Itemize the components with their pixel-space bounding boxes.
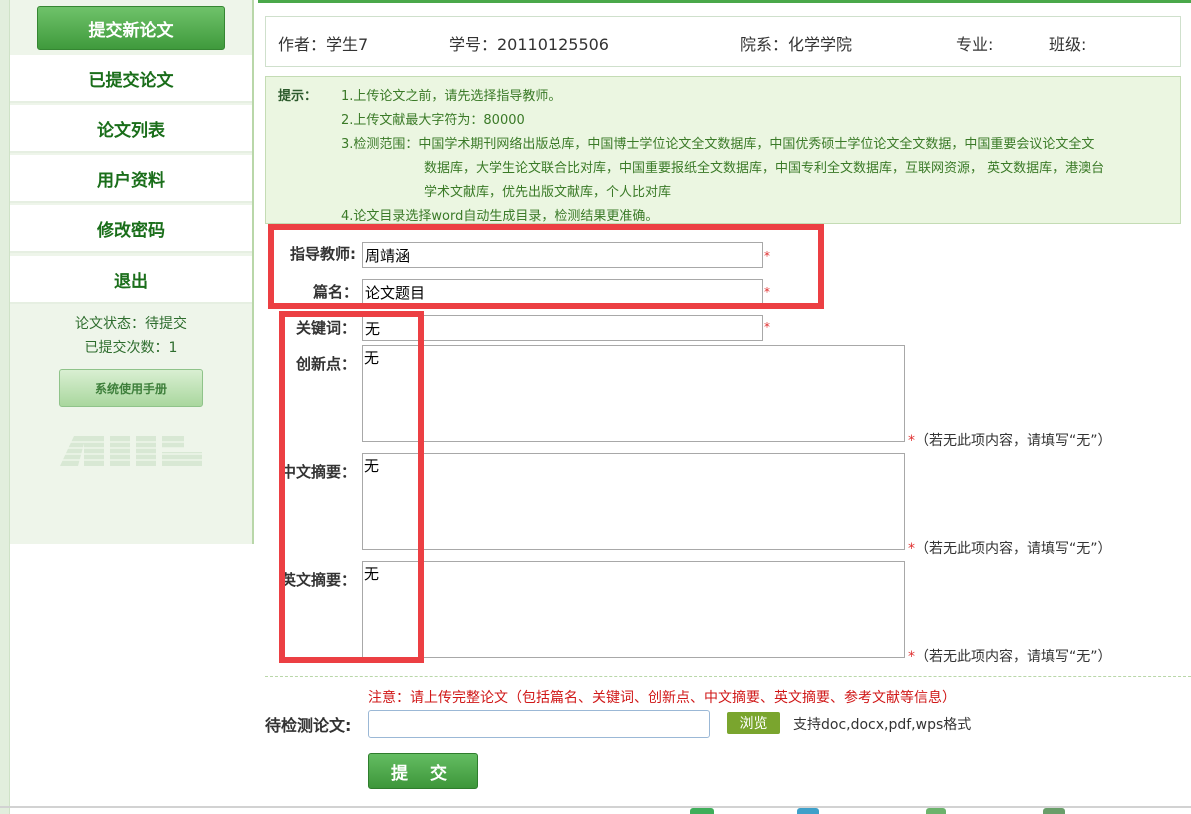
keywords-required-mark: * — [764, 320, 770, 334]
sidebar-item-submitted[interactable]: 已提交论文 — [10, 55, 252, 103]
highlight-box-advisor-title — [268, 224, 824, 309]
bottom-green-icon — [690, 808, 714, 814]
class-info: 班级: — [1049, 35, 1087, 54]
bottom-green-icon-2 — [926, 808, 946, 814]
hint-line-3: 3.检测范围：中国学术期刊网络出版总库，中国博士学位论文全文数据库，中国优秀硕士… — [341, 137, 1095, 152]
sidebar-item-change-password[interactable]: 修改密码 — [10, 205, 252, 253]
author-info: 作者：学生7 — [278, 35, 369, 54]
hint-line-1: 1.上传论文之前，请先选择指导教师。 — [341, 89, 562, 104]
hint-line-2: 2.上传文献最大字符为：80000 — [341, 113, 525, 128]
submit-count-label: 已提交次数： — [84, 340, 169, 356]
innovation-field[interactable]: 无 — [362, 345, 905, 442]
section-divider — [265, 676, 1191, 677]
cn-abstract-note-text: （若无此项内容，请填写“无”） — [915, 541, 1112, 557]
top-accent-line — [258, 0, 1191, 3]
sidebar-item-logout[interactable]: 退出 — [10, 256, 252, 304]
bottom-divider — [0, 806, 1191, 808]
upload-warning: 注意：请上传完整论文（包括篇名、关键词、创新点、中文摘要、英文摘要、参考文献等信… — [368, 690, 956, 706]
sidebar-edge — [0, 0, 10, 814]
sidebar-item-submit-new[interactable]: 提交新论文 — [37, 6, 225, 50]
innovation-note-text: （若无此项内容，请填写“无”） — [915, 433, 1112, 449]
en-abstract-note: *（若无此项内容，请填写“无”） — [908, 646, 1112, 666]
bottom-blue-icon — [797, 808, 819, 814]
upload-label: 待检测论文: — [265, 716, 352, 735]
bottom-green-icon-3 — [1043, 808, 1065, 814]
submit-count-value: 1 — [168, 340, 178, 356]
file-path-input[interactable] — [368, 710, 710, 738]
paper-status-label: 论文状态： — [75, 316, 145, 332]
hint-label: 提示： — [278, 89, 318, 104]
submit-button[interactable]: 提 交 — [368, 753, 478, 789]
paper-status-value: 待提交 — [145, 316, 187, 332]
hint-line-4: 数据库，大学生论文联合比对库，中国重要报纸全文数据库，中国专利全文数据库，互联网… — [424, 161, 1105, 176]
en-abstract-field[interactable]: 无 — [362, 561, 905, 658]
student-info-bar: 作者：学生7 学号：20110125506 院系：化学学院 专业: 班级: — [265, 16, 1181, 67]
sidebar-item-profile[interactable]: 用户资料 — [10, 155, 252, 203]
innovation-required-mark: * — [908, 433, 915, 449]
en-abstract-required-mark: * — [908, 649, 915, 665]
department-info: 院系：化学学院 — [740, 35, 853, 54]
cn-abstract-field[interactable]: 无 — [362, 453, 905, 550]
cn-abstract-required-mark: * — [908, 541, 915, 557]
hint-line-6: 4.论文目录选择word自动生成目录，检测结果更准确。 — [341, 209, 659, 224]
logo-watermark-icon — [60, 436, 203, 466]
hint-line-5: 学术文献库，优先出版文献库，个人比对库 — [424, 185, 672, 200]
paper-status: 论文状态：待提交 — [10, 313, 252, 333]
user-manual-button[interactable]: 系统使用手册 — [59, 369, 203, 407]
highlight-box-labels — [279, 311, 424, 663]
en-abstract-note-text: （若无此项内容，请填写“无”） — [915, 649, 1112, 665]
hint-box: 提示： 1.上传论文之前，请先选择指导教师。 2.上传文献最大字符为：80000… — [265, 76, 1181, 224]
submit-count: 已提交次数：1 — [10, 337, 252, 357]
major-info: 专业: — [956, 35, 994, 54]
innovation-note: *（若无此项内容，请填写“无”） — [908, 430, 1112, 450]
supported-formats: 支持doc,docx,pdf,wps格式 — [793, 717, 972, 733]
sidebar-item-paper-list[interactable]: 论文列表 — [10, 105, 252, 153]
cn-abstract-note: *（若无此项内容，请填写“无”） — [908, 538, 1112, 558]
browse-button[interactable]: 浏览 — [727, 712, 780, 734]
student-id-info: 学号：20110125506 — [449, 35, 609, 54]
